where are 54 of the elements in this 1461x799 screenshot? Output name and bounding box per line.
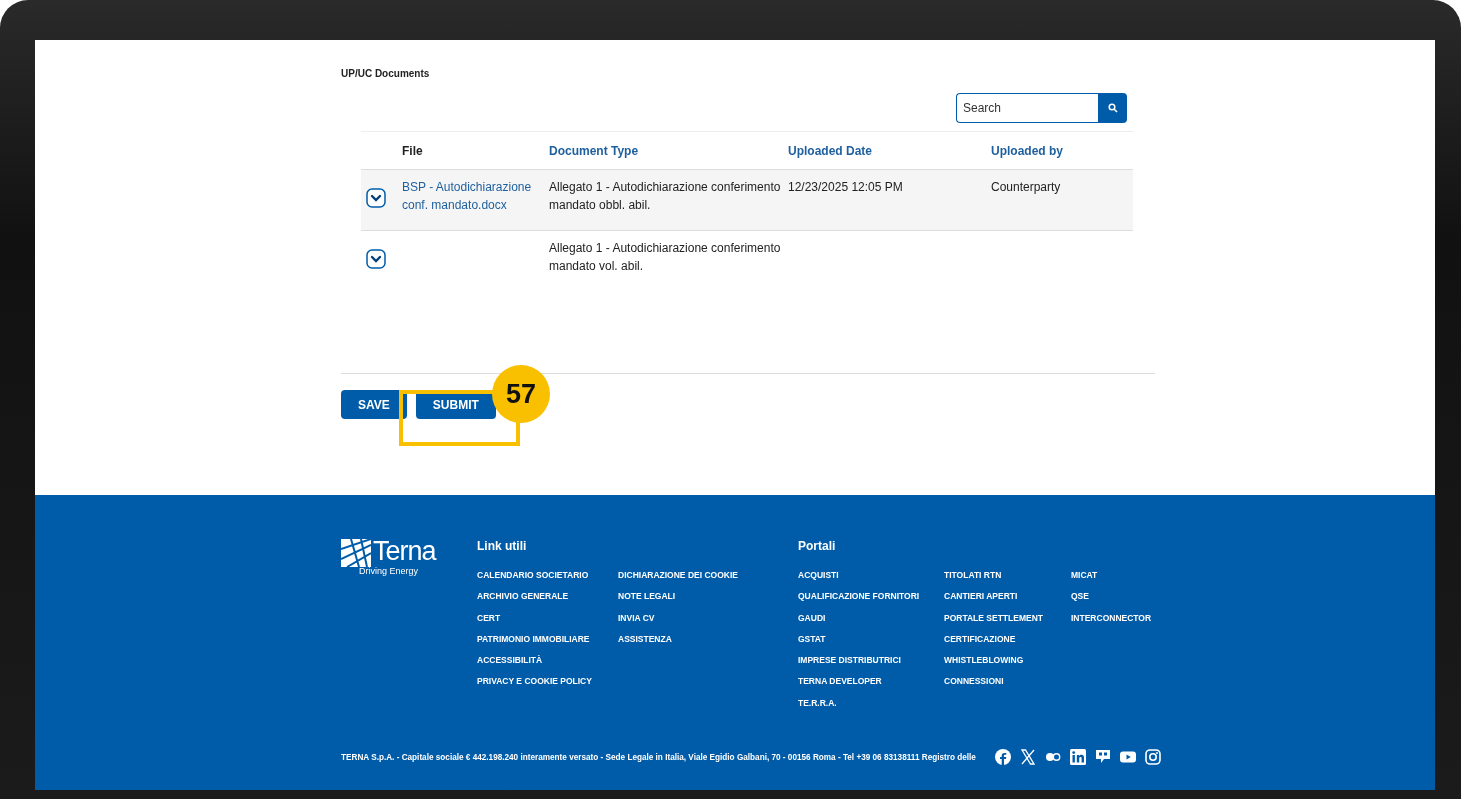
column-header[interactable]: Uploaded Date — [788, 131, 991, 170]
section-title: UP/UC Documents — [341, 68, 431, 79]
search-button[interactable] — [1098, 93, 1127, 123]
footer-link[interactable]: GSTAT — [798, 633, 944, 646]
footer-link[interactable]: TERNA DEVELOPER — [798, 676, 944, 688]
footer-link[interactable]: CALENDARIO SOCIETARIO — [477, 570, 618, 582]
footer-link[interactable]: CANTIERI APERTI — [944, 591, 1071, 603]
x-icon[interactable] — [1019, 749, 1036, 766]
footer-heading: Link utili — [477, 539, 528, 553]
footer-link[interactable]: INVIA CV — [618, 612, 758, 624]
footer-link[interactable]: QUALIFICAZIONE FORNITORI — [798, 591, 944, 603]
footer-link[interactable]: WHISTLEBLOWING — [944, 655, 1071, 667]
youtube-icon[interactable] — [1119, 749, 1136, 766]
table-cell: Allegato 1 - Autodichiarazione conferimento mandato obbl. abil. — [549, 180, 781, 212]
table-cell: Counterparty — [991, 180, 1061, 194]
column-header: File — [402, 131, 549, 170]
footer-link[interactable]: ASSISTENZA — [618, 633, 758, 646]
column-header[interactable]: Uploaded by — [991, 131, 1133, 170]
search-field[interactable]: Search — [956, 93, 1098, 123]
file-link[interactable]: BSP - Autodichiarazione conf. mandato.docx — [402, 178, 549, 214]
footer-link[interactable]: CONNESSIONI — [944, 676, 1071, 688]
footer-link[interactable]: TE.R.R.A. — [798, 697, 944, 710]
footer-link[interactable]: GAUDI — [798, 612, 944, 624]
logo-tagline: Driving Energy — [359, 567, 420, 576]
footer-link[interactable]: PRIVACY E COOKIE POLICY — [477, 676, 618, 688]
footer-link[interactable]: PORTALE SETTLEMENT — [944, 612, 1071, 624]
footer-link[interactable]: QSE — [1071, 591, 1171, 603]
footer-link[interactable]: ACQUISTI — [798, 570, 944, 582]
footer-link[interactable]: PATRIMONIO IMMOBILIARE — [477, 633, 618, 646]
table-cell: Allegato 1 - Autodichiarazione conferimento mandato vol. abil. — [549, 241, 781, 273]
footer-link[interactable]: INTERCONNECTOR — [1071, 612, 1171, 624]
instagram-icon[interactable] — [1144, 749, 1161, 766]
save-button[interactable]: SAVE — [341, 390, 407, 419]
search-icon — [1107, 103, 1118, 113]
legal-text: TERNA S.p.A. - Capitale sociale € 442.198.240 interamente versato - Sede Legale in Italia, Viale Egidio Galbani, 70 - 00156 Roma - Tel +39 06 83138111 Registro delle — [341, 752, 976, 762]
footer-link[interactable]: IMPRESE DISTRIBUTRICI — [798, 655, 944, 667]
footer-link[interactable]: TITOLATI RTN — [944, 570, 1071, 582]
footer-heading: Portali — [798, 539, 837, 553]
facebook-icon[interactable] — [994, 749, 1011, 766]
footer-link[interactable]: ARCHIVIO GENERALE — [477, 591, 618, 603]
column-header[interactable]: Document Type — [549, 131, 788, 170]
footer-link[interactable]: ACCESSIBILITÀ — [477, 655, 618, 667]
step-badge: 57 — [492, 365, 550, 423]
footer-link[interactable]: CERTIFICAZIONE — [944, 633, 1071, 646]
table-cell: 12/23/2025 12:05 PM — [788, 180, 903, 194]
footer-link[interactable]: MICAT — [1071, 570, 1171, 582]
footer-link[interactable]: CERT — [477, 612, 618, 624]
footer-link[interactable]: NOTE LEGALI — [618, 591, 758, 603]
chevron-down-icon[interactable] — [366, 188, 386, 208]
logo-name: Terna — [373, 539, 436, 563]
chevron-down-icon[interactable] — [366, 249, 386, 269]
logo-icon — [341, 539, 371, 567]
footer-link[interactable]: DICHIARAZIONE DEI COOKIE — [618, 570, 758, 582]
linkedin-icon[interactable] — [1069, 749, 1086, 766]
